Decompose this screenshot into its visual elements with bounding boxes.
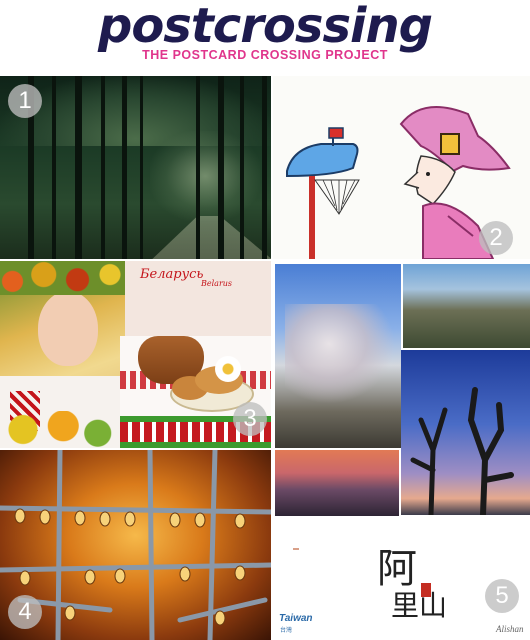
location-caption: Alishan xyxy=(496,624,524,634)
postcard-number-badge: 1 xyxy=(8,84,42,118)
postcard-number-badge: 4 xyxy=(8,595,42,629)
postcard-number-badge: 2 xyxy=(479,221,513,255)
postcard-2-cartoon[interactable]: 2 xyxy=(273,76,530,259)
mailbox-flag xyxy=(328,127,344,139)
bamboo-trunk xyxy=(262,76,267,259)
photo-cherry-blossom xyxy=(275,264,401,448)
forest-path xyxy=(145,216,271,259)
bamboo-trunk xyxy=(218,76,224,259)
ornament-stripe xyxy=(120,442,271,448)
calligraphy-title-lower: 里山 xyxy=(391,589,448,622)
flower-wreath xyxy=(0,261,125,295)
photo-dead-trees-dusk xyxy=(401,350,530,518)
autumn-leaves xyxy=(0,411,115,448)
postcard-5-alishan[interactable]: 阿 里山 Taiwan 台灣 Alishan 5 xyxy=(273,261,530,640)
taiwan-brand-logo: Taiwan xyxy=(279,613,313,624)
tree-silhouettes xyxy=(410,387,514,518)
postcard-4-water-droplets[interactable]: 4 xyxy=(0,450,271,640)
bamboo-trunk xyxy=(140,76,143,259)
decorative-mark xyxy=(293,548,299,550)
blossom-tree xyxy=(285,304,395,404)
taiwan-brand-sub: 台灣 xyxy=(280,628,293,634)
bamboo-trunk xyxy=(101,76,105,259)
daisy xyxy=(215,356,241,382)
red-seal-stamp xyxy=(421,583,431,597)
mailbox xyxy=(286,143,359,178)
postcard-1-bamboo-forest[interactable]: 1 xyxy=(0,76,271,259)
postcard-number-badge: 3 xyxy=(233,402,267,436)
postcard-title: Беларусь xyxy=(140,267,204,282)
bamboo-trunk xyxy=(75,76,82,259)
photo-sunset-sea-of-clouds xyxy=(275,450,399,516)
postcard-3-belarus[interactable]: Беларусь Belarus 3 xyxy=(0,261,271,448)
girl-face xyxy=(38,291,98,366)
postcard-number-badge: 5 xyxy=(485,579,519,613)
hat-buckle xyxy=(440,133,460,155)
site-header: postcrossing THE POSTCARD CROSSING PROJE… xyxy=(0,0,530,70)
postcrossing-logo[interactable]: postcrossing xyxy=(0,2,530,50)
bamboo-trunk xyxy=(122,76,127,259)
bamboo-trunk xyxy=(196,76,200,259)
bamboo-trunk xyxy=(240,76,244,259)
bamboo-trunk xyxy=(52,76,56,259)
postcard-subtitle: Belarus xyxy=(201,279,233,288)
mailbox-post xyxy=(309,176,315,259)
photo-mountain-railway xyxy=(403,264,530,348)
tagline: THE POSTCARD CROSSING PROJECT xyxy=(142,48,388,62)
